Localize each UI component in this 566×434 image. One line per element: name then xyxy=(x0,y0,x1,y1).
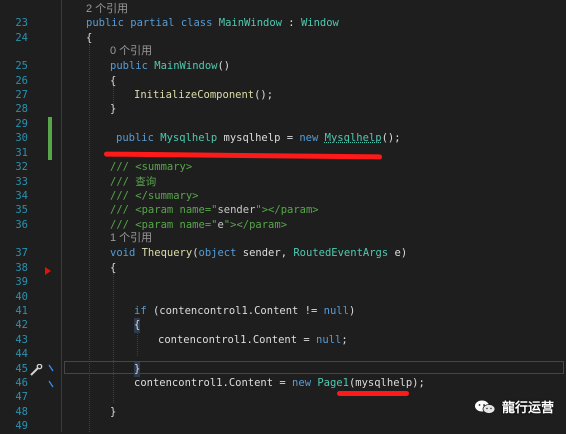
comment-text: "></param> xyxy=(255,204,319,216)
watermark: 龍行运营 xyxy=(474,397,554,416)
code-text: mysqlhelp = xyxy=(217,132,300,144)
code-line[interactable]: } xyxy=(110,102,116,117)
code-text: () xyxy=(217,60,231,72)
code-line[interactable]: if (contencontrol1.Content != null) xyxy=(134,304,355,319)
code-text: (contencontrol1.Content != xyxy=(152,305,324,317)
comment-line[interactable]: /// </summary> xyxy=(110,189,199,204)
codelens-references[interactable]: 0 个引用 xyxy=(110,44,152,59)
line-number: 26 xyxy=(15,75,28,87)
code-line[interactable]: } xyxy=(134,362,141,377)
method-name: Thequery xyxy=(141,247,193,259)
type-name: Mysqlhelp xyxy=(324,132,382,144)
code-line[interactable]: contencontrol1.Content = null; xyxy=(158,333,348,348)
screwdriver-icon[interactable] xyxy=(29,363,43,376)
code-line[interactable]: public partial class MainWindow : Window xyxy=(86,16,339,31)
fold-guide xyxy=(61,0,62,432)
code-line[interactable]: } xyxy=(110,405,116,420)
line-number: 42 xyxy=(15,319,28,331)
code-line[interactable]: void Thequery(object sender, RoutedEvent… xyxy=(110,246,407,261)
keyword: null xyxy=(316,334,342,346)
edit-marker xyxy=(48,363,54,391)
code-text: : xyxy=(281,17,301,29)
line-number: 47 xyxy=(15,391,28,403)
line-number: 31 xyxy=(15,147,28,159)
line-number: 46 xyxy=(15,377,28,389)
keyword: public xyxy=(116,132,161,144)
comment-text: "></param> xyxy=(223,219,288,231)
line-number: 25 xyxy=(15,60,28,72)
line-number: 36 xyxy=(15,219,28,231)
code-text: ; xyxy=(341,334,348,346)
line-number: 30 xyxy=(15,132,28,144)
keyword: if xyxy=(134,305,153,317)
indent-guide xyxy=(113,273,114,403)
code-line[interactable]: { xyxy=(86,31,92,46)
line-number: 32 xyxy=(15,161,28,173)
comment-line[interactable]: /// 查询 xyxy=(110,175,156,190)
indent-guide xyxy=(137,330,138,356)
code-line[interactable]: InitializeComponent(); xyxy=(134,88,273,103)
type-name: MainWindow xyxy=(154,60,218,72)
code-line[interactable]: { xyxy=(110,261,116,276)
codelens-references[interactable]: 1 个引用 xyxy=(110,231,152,246)
wechat-icon xyxy=(474,399,496,415)
line-number: 37 xyxy=(15,247,28,259)
red-underline-annotation xyxy=(337,391,409,396)
line-number: 27 xyxy=(15,89,28,101)
keyword: public partial class xyxy=(86,17,219,29)
type-name: RoutedEventArgs xyxy=(293,247,389,259)
comment-line[interactable]: /// <summary> xyxy=(110,160,192,175)
keyword: new xyxy=(292,377,318,389)
line-number: 40 xyxy=(15,291,28,303)
code-text: sender, xyxy=(236,247,294,259)
code-text: (mysqlhelp); xyxy=(348,377,425,389)
method-name: InitializeComponent xyxy=(134,89,255,101)
type-name: Mysqlhelp xyxy=(160,132,218,144)
watermark-text: 龍行运营 xyxy=(501,400,554,415)
keyword: null xyxy=(323,305,349,317)
keyword: object xyxy=(198,247,237,259)
code-text: contencontrol1.Content = xyxy=(134,377,293,389)
line-number: 49 xyxy=(15,420,28,432)
code-editor[interactable]: 23 24 25 26 27 28 29 30 31 32 33 34 35 3… xyxy=(0,0,566,432)
code-line[interactable]: contencontrol1.Content = new Page1(mysql… xyxy=(134,376,425,391)
breakpoint-arrow-icon[interactable] xyxy=(45,267,51,275)
line-number: 29 xyxy=(15,118,28,130)
line-number: 33 xyxy=(15,176,28,188)
code-line[interactable]: public Mysqlhelp mysqlhelp = new Mysqlhe… xyxy=(116,131,401,146)
line-number: 44 xyxy=(15,348,28,360)
type-name: MainWindow xyxy=(218,17,282,29)
codelens-references[interactable]: 2 个引用 xyxy=(86,2,128,17)
code-text: (); xyxy=(381,132,401,144)
code-text: (); xyxy=(254,89,274,101)
line-number: 43 xyxy=(15,334,28,346)
code-text: contencontrol1.Content = xyxy=(158,334,317,346)
line-number: 45 xyxy=(15,363,28,375)
comment-text: /// <param name=" xyxy=(110,204,218,216)
type-name: Page1 xyxy=(317,377,349,389)
code-text: ) xyxy=(348,305,356,317)
param-name: sender xyxy=(217,204,256,216)
line-number: 23 xyxy=(15,17,28,29)
line-number: 34 xyxy=(15,190,28,202)
keyword: void xyxy=(110,247,142,259)
code-line[interactable]: public MainWindow() xyxy=(110,59,230,74)
keyword: new xyxy=(299,132,325,144)
code-line[interactable]: { xyxy=(134,318,141,333)
red-underline-annotation xyxy=(103,151,383,160)
line-number: 24 xyxy=(15,32,28,44)
line-number: 35 xyxy=(15,204,28,216)
line-number: 38 xyxy=(15,262,28,274)
line-number: 28 xyxy=(15,103,28,115)
keyword: public xyxy=(110,60,155,72)
line-number: 48 xyxy=(15,406,28,418)
code-text: e) xyxy=(388,247,408,259)
change-bar xyxy=(48,117,52,160)
line-number: 41 xyxy=(15,305,28,317)
type-name: Window xyxy=(300,17,339,29)
comment-text: /// <param name=" xyxy=(110,219,218,231)
line-number: 39 xyxy=(15,276,28,288)
comment-line[interactable]: /// <param name="sender"></param> xyxy=(110,203,319,218)
code-line[interactable]: { xyxy=(110,74,116,89)
